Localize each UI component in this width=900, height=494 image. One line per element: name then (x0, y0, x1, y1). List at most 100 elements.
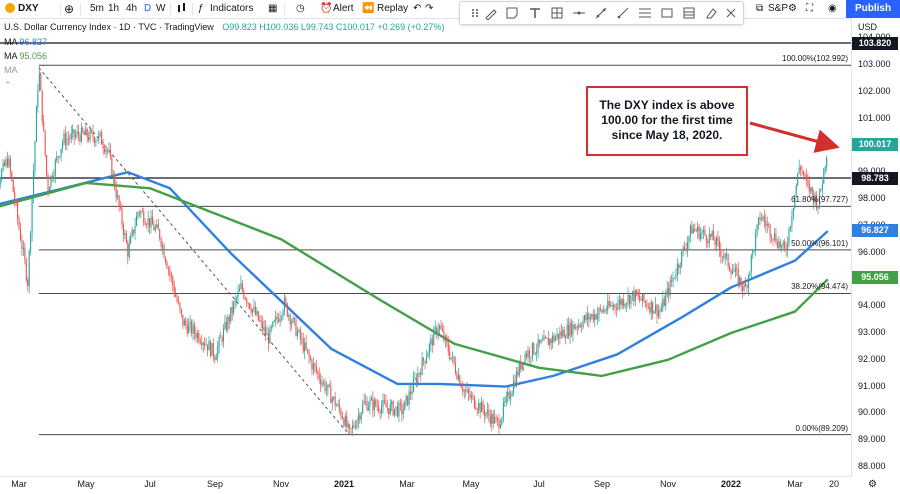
candle-body (189, 321, 191, 325)
candle-body (801, 169, 803, 172)
symbol-icon[interactable] (4, 2, 16, 16)
x-tick-label: Mar (787, 479, 803, 489)
exchange-icon[interactable]: ⧉ (756, 2, 763, 16)
replay-button[interactable]: Replay (377, 2, 408, 16)
candle-body (173, 285, 175, 295)
time-axis[interactable]: Mar May Jul Sep Nov 2021 Mar May Jul Sep Nov 2022 Ma… (0, 476, 851, 494)
fullscreen-icon[interactable]: ⛶ (806, 2, 813, 16)
camera-icon[interactable]: ◉ (828, 2, 837, 16)
candle-body (510, 396, 512, 400)
x-tick-label: Mar (11, 479, 27, 489)
candle-body (454, 363, 457, 374)
exchange-label[interactable]: S&P (768, 2, 788, 16)
candle-body (79, 135, 81, 142)
candle-body (718, 241, 720, 250)
candle-body (148, 218, 151, 228)
candle-body (630, 295, 632, 305)
candle-body (293, 317, 296, 320)
replay-icon[interactable]: ⏪ (362, 2, 374, 16)
candle-body (499, 423, 501, 429)
legend-title-row: U.S. Dollar Currency Index · 1D · TVC · … (4, 22, 444, 32)
candle-body (521, 362, 523, 370)
candle-body (230, 307, 232, 322)
candle-body (54, 160, 56, 176)
alert-button[interactable]: Alert (333, 2, 354, 16)
interval-5m[interactable]: 5m (90, 2, 104, 16)
candle-body (179, 302, 181, 310)
candle-body (615, 307, 617, 310)
candle-body (605, 310, 607, 312)
candle-body (663, 298, 665, 306)
candle-body (536, 350, 538, 354)
candle-body (111, 156, 113, 177)
layout-icon[interactable]: ▦ (268, 2, 277, 16)
candle-body (579, 324, 581, 327)
price-tag: 96.827 (852, 223, 898, 237)
candle-body (302, 338, 304, 352)
candle-body (778, 241, 780, 248)
symbol-search[interactable]: DXY (18, 2, 39, 16)
candle-body (817, 207, 819, 209)
undo-icon[interactable]: ↶ (413, 2, 421, 16)
candle-body (807, 179, 809, 182)
candle-body (372, 398, 374, 411)
candle-body (757, 217, 760, 225)
candle-body (682, 247, 684, 252)
add-symbol-icon[interactable]: ⊕ (64, 2, 74, 16)
interval-w[interactable]: W (156, 2, 165, 16)
candle-body (244, 297, 246, 300)
legend-ma3[interactable]: MA (4, 65, 18, 75)
candle-body (425, 357, 428, 363)
candle-body (649, 307, 651, 313)
candle-body (401, 404, 403, 415)
candle-body (660, 308, 662, 312)
collapse-legend-icon[interactable]: ⌃ (4, 80, 12, 91)
candle-body (610, 305, 612, 307)
candle-body (21, 240, 23, 250)
legend-ma2[interactable]: MA 95.056 (4, 51, 47, 61)
indicators-button[interactable]: Indicators (210, 2, 253, 16)
candle-body (621, 299, 623, 306)
interval-1h[interactable]: 1h (108, 2, 119, 16)
candle-body (708, 233, 710, 244)
candle-body (428, 344, 430, 354)
redo-icon[interactable]: ↷ (425, 2, 433, 16)
x-tick-label: Nov (272, 479, 290, 489)
candle-body (283, 298, 285, 312)
candle-body (710, 233, 712, 237)
candle-body (795, 185, 797, 195)
candle-body (486, 409, 488, 413)
candle-body (32, 170, 35, 199)
settings-icon[interactable]: ⚙ (788, 2, 797, 16)
candle-body (12, 180, 14, 193)
candle-body (204, 343, 206, 346)
candle-body (634, 290, 636, 302)
currency-label[interactable]: USD (858, 22, 877, 32)
candle-body (67, 138, 69, 140)
interval-d[interactable]: D (144, 2, 151, 16)
candle-body (402, 410, 404, 415)
chart-type-icon[interactable] (176, 2, 188, 16)
candle-body (233, 302, 235, 313)
candle-body (810, 187, 812, 192)
alert-clock-icon[interactable]: ◷ (296, 2, 305, 16)
chart-settings-icon[interactable]: ⚙ (868, 479, 877, 490)
alert-icon[interactable]: ⏰ (320, 2, 332, 16)
legend-ma1[interactable]: MA 96.827 (4, 37, 47, 47)
price-axis[interactable]: 88.000 89.000 90.000 91.000 92.000 93.000 94.0… (851, 18, 900, 477)
candle-body (380, 406, 383, 414)
candle-body (641, 293, 644, 301)
indicators-icon[interactable]: ƒ (198, 2, 204, 16)
moving-average-green (0, 181, 829, 378)
interval-4h[interactable]: 4h (126, 2, 137, 16)
legend-ma1-label: MA (4, 37, 18, 47)
candle-body (608, 300, 610, 307)
candle-body (262, 321, 264, 331)
publish-button[interactable]: Publish (846, 0, 900, 18)
candle-body (562, 329, 564, 336)
candle-body (537, 339, 539, 351)
candle-body (514, 381, 516, 387)
candle-body (655, 304, 657, 312)
candle-body (775, 233, 777, 243)
candle-body (573, 324, 575, 329)
